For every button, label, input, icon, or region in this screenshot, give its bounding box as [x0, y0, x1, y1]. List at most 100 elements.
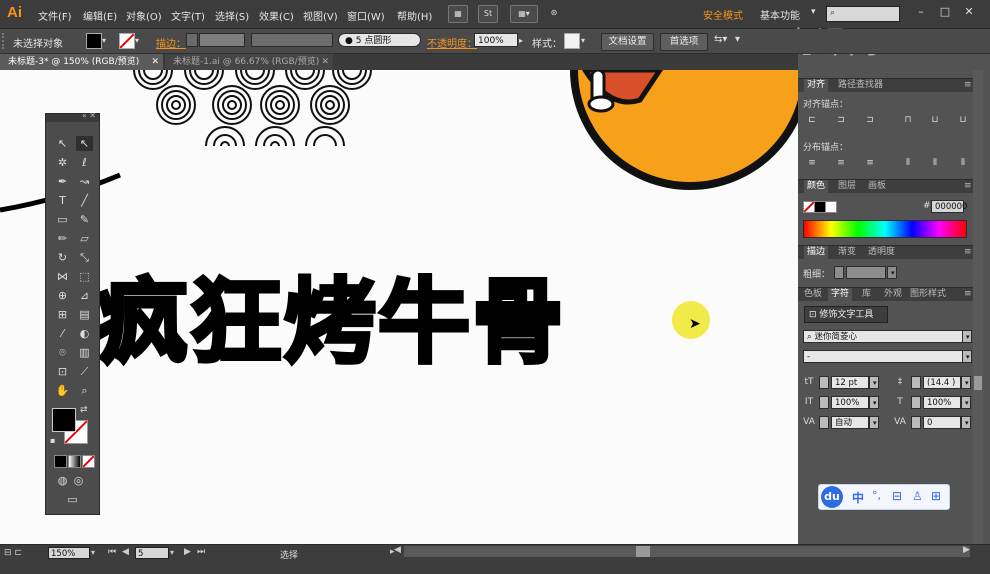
vertical-scrollbar[interactable] — [973, 70, 983, 544]
tab-untitled-1[interactable]: 未标题-1.ai @ 66.67% (RGB/预览) ✕ — [165, 54, 333, 70]
preferences-button[interactable]: 首选项 — [660, 33, 708, 51]
menu-type[interactable]: 文字(T) — [171, 8, 205, 23]
panel-menu-icon[interactable]: ≡ — [964, 288, 972, 301]
scroll-right-icon[interactable]: ▶ — [963, 545, 970, 555]
menu-file[interactable]: 文件(F) — [38, 8, 72, 23]
opacity-arrow-icon[interactable]: ▸ — [519, 36, 523, 45]
touch-type-tool-button[interactable]: ⊡ 修饰文字工具 — [804, 306, 888, 323]
workspace-dropdown-icon[interactable]: ▾ — [811, 7, 816, 17]
zoom-tool-icon[interactable]: ⌕ — [76, 383, 93, 398]
screen-mode-icon[interactable]: ▭ — [64, 492, 81, 507]
toolbox-icon[interactable]: ⊟ — [892, 489, 902, 503]
draw-behind-icon[interactable]: ◎ — [70, 473, 87, 488]
next-artboard-icon[interactable]: ▶ — [184, 547, 191, 557]
minimize-icon[interactable]: – — [912, 5, 930, 19]
scale-tool-icon[interactable]: ⤡ — [76, 250, 93, 265]
align-vcenter-icon[interactable]: ⊔ — [929, 114, 941, 126]
arrange-documents-icon[interactable]: ▦▾ — [510, 5, 538, 23]
gpu-performance-icon[interactable]: ⊛ — [543, 5, 565, 21]
font-style-dropdown[interactable]: ▾ — [962, 350, 972, 363]
panel-menu-icon[interactable]: ≡ — [964, 180, 972, 193]
pen-tool-icon[interactable]: ✒ — [54, 174, 71, 189]
distribute-right-icon[interactable]: ⦀ — [957, 157, 969, 169]
menu-help[interactable]: 帮助(H) — [397, 8, 432, 23]
tab-appearance[interactable]: 外观 — [884, 288, 902, 301]
slice-tool-icon[interactable]: ⟋ — [76, 364, 93, 379]
perspective-grid-icon[interactable]: ⊿ — [76, 288, 93, 303]
tracking-dropdown[interactable]: ▾ — [961, 416, 971, 429]
tab-swatches[interactable]: 色板 — [804, 288, 822, 301]
menu-view[interactable]: 视图(V) — [303, 8, 338, 23]
fill-color-box[interactable] — [52, 408, 76, 432]
panel-menu-icon[interactable]: ≡ — [964, 246, 972, 259]
align-bottom-icon[interactable]: ⊔ — [957, 114, 969, 126]
user-icon[interactable]: ♙ — [912, 489, 923, 503]
tab-transparency[interactable]: 透明度 — [868, 246, 895, 259]
tab-stroke[interactable]: 描边 — [804, 246, 829, 259]
safe-mode-label[interactable]: 安全模式 — [703, 7, 743, 22]
gradient-mode-icon[interactable] — [68, 455, 81, 468]
menu-effect[interactable]: 效果(C) — [259, 8, 294, 23]
rotate-tool-icon[interactable]: ↻ — [54, 250, 71, 265]
leading-input[interactable]: (14.4 ) — [923, 376, 961, 389]
tab-gradient[interactable]: 渐变 — [838, 246, 856, 259]
tab-color[interactable]: 颜色 — [804, 180, 829, 193]
blend-tool-icon[interactable]: ◐ — [76, 326, 93, 341]
leading-dropdown[interactable]: ▾ — [961, 376, 971, 389]
horizontal-scroll-thumb[interactable] — [636, 546, 650, 557]
ime-language-mode[interactable]: 中 — [852, 489, 864, 506]
font-size-dropdown[interactable]: ▾ — [869, 376, 879, 389]
kerning-dropdown[interactable]: ▾ — [869, 416, 879, 429]
stroke-label[interactable]: 描边： — [156, 35, 186, 50]
tab-character[interactable]: 字符 — [828, 288, 853, 301]
ime-logo[interactable]: du — [821, 486, 843, 508]
type-tool-icon[interactable]: T — [54, 193, 71, 208]
close-icon[interactable]: ✕ — [960, 5, 978, 19]
ime-punctuation-mode[interactable]: °, — [872, 489, 881, 502]
font-size-stepper[interactable] — [819, 376, 829, 389]
direct-selection-tool-icon[interactable]: ↖ — [76, 136, 93, 151]
kerning-stepper[interactable] — [819, 416, 829, 429]
distribute-bottom-icon[interactable]: ≡ — [864, 157, 876, 169]
tracking-input[interactable]: 0 — [923, 416, 961, 429]
first-artboard-icon[interactable]: ⏮ — [108, 547, 116, 557]
horizontal-scale-stepper[interactable] — [911, 396, 921, 409]
variable-width-profile[interactable] — [251, 33, 333, 47]
tab-pathfinder[interactable]: 路径查找器 — [838, 79, 883, 92]
draw-normal-icon[interactable]: ◍ — [54, 473, 71, 488]
width-tool-icon[interactable]: ⋈ — [54, 269, 71, 284]
font-size-input[interactable]: 12 pt — [831, 376, 869, 389]
graphic-style-swatch[interactable] — [564, 33, 580, 49]
align-right-icon[interactable]: ⊐ — [864, 114, 876, 126]
zoom-dropdown-icon[interactable]: ▾ — [91, 548, 95, 557]
document-setup-button[interactable]: 文档设置 — [601, 33, 654, 51]
stroke-swatch[interactable] — [119, 33, 135, 49]
none-mode-icon[interactable] — [82, 455, 95, 468]
tab-untitled-3[interactable]: 未标题-3* @ 150% (RGB/预览) ✕ — [0, 54, 163, 70]
tab-libraries[interactable]: 库 — [862, 288, 871, 301]
line-tool-icon[interactable]: ╱ — [76, 193, 93, 208]
gradient-tool-icon[interactable]: ▤ — [76, 307, 93, 322]
stroke-weight-stepper[interactable] — [834, 266, 844, 279]
symbol-sprayer-icon[interactable]: ⌾ — [54, 345, 71, 360]
previous-artboard-icon[interactable]: ◀ — [122, 547, 129, 557]
curvature-tool-icon[interactable]: ↝ — [76, 174, 93, 189]
stroke-dropdown-icon[interactable]: ▾ — [135, 36, 139, 45]
rectangle-tool-icon[interactable]: ▭ — [54, 212, 71, 227]
horizontal-scale-dropdown[interactable]: ▾ — [961, 396, 971, 409]
arrange-icon[interactable]: ⇆▾ — [714, 34, 727, 45]
headline-text[interactable]: 疯狂烤牛骨 — [94, 275, 566, 371]
align-left-icon[interactable]: ⊏ — [806, 114, 818, 126]
stroke-weight-input[interactable] — [846, 266, 886, 279]
vertical-scale-input[interactable]: 100% — [831, 396, 869, 409]
bridge-icon[interactable]: ▦ — [448, 5, 468, 23]
eyedropper-icon[interactable]: ⁄ — [54, 326, 71, 341]
magic-wand-icon[interactable]: ✲ — [54, 155, 71, 170]
panel-menu-icon[interactable]: ▾ — [735, 34, 740, 45]
vertical-scale-dropdown[interactable]: ▾ — [869, 396, 879, 409]
tab-align[interactable]: 对齐 — [804, 79, 829, 92]
font-family-select[interactable]: ⌕ 迷你简菱心 — [803, 330, 963, 343]
vertical-scroll-thumb[interactable] — [974, 376, 982, 390]
lasso-tool-icon[interactable]: ℓ — [76, 155, 93, 170]
align-hcenter-icon[interactable]: ⊐ — [835, 114, 847, 126]
